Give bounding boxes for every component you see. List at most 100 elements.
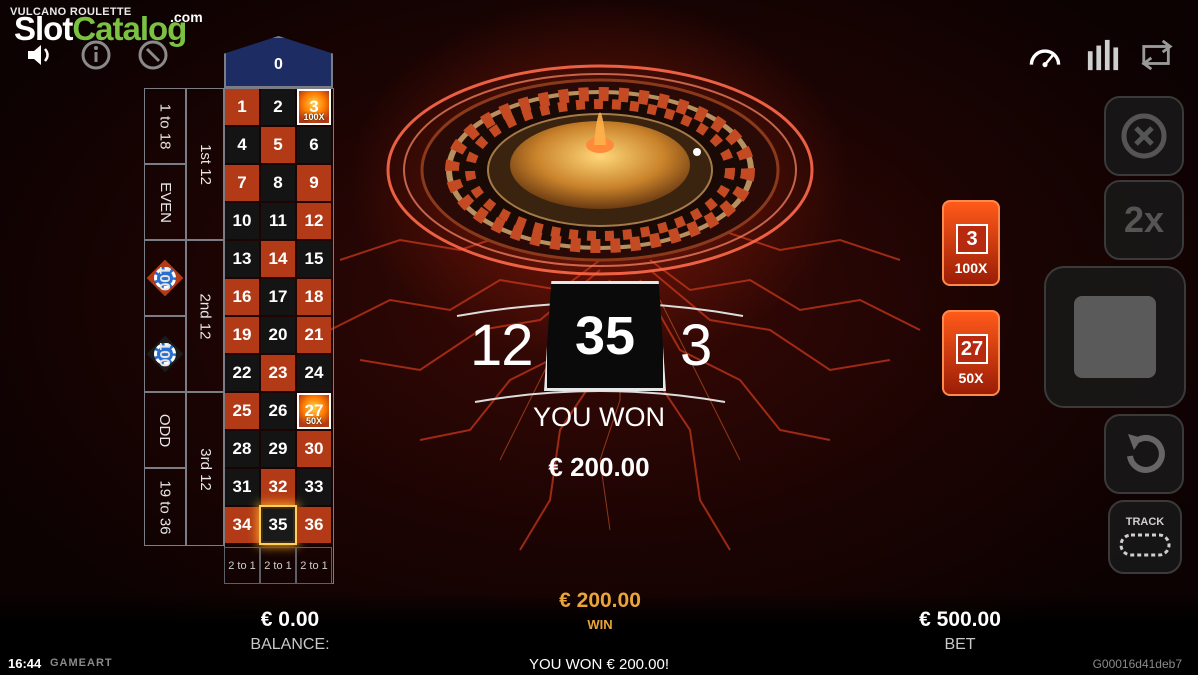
number-label: 23: [268, 363, 288, 382]
number-label: 22: [232, 363, 252, 382]
bet-red[interactable]: 100: [144, 240, 186, 316]
bet-value: € 500.00: [919, 608, 1001, 631]
bet-1-to-18-label: 1 to 18: [156, 103, 174, 149]
bet-number-21[interactable]: 21: [297, 317, 331, 353]
bet-1-to-18[interactable]: 1 to 18: [144, 88, 186, 164]
previous-number: 12: [470, 313, 534, 378]
bet-number-2[interactable]: 2: [261, 89, 295, 125]
bet-number-23[interactable]: 23: [261, 355, 295, 391]
bet-number-10[interactable]: 10: [225, 203, 259, 239]
number-label: 15: [304, 249, 324, 268]
bet-number-3[interactable]: 3 100X: [297, 89, 331, 125]
bet-number-9[interactable]: 9: [297, 165, 331, 201]
bet-number-11[interactable]: 11: [261, 203, 295, 239]
settings-icon[interactable]: [136, 38, 170, 72]
bet-number-36[interactable]: 36: [297, 507, 331, 543]
double-bet-label: 2x: [1123, 199, 1165, 240]
bet-number-17[interactable]: 17: [261, 279, 295, 315]
bet-number-19[interactable]: 19: [225, 317, 259, 353]
number-label: 17: [268, 287, 288, 306]
turbo-gauge-icon[interactable]: [1028, 40, 1062, 74]
multiplier-card-value: 50X: [958, 370, 984, 386]
bet-zero[interactable]: 0: [224, 36, 333, 88]
bet-label: BET: [944, 636, 976, 653]
bet-number-18[interactable]: 18: [297, 279, 331, 315]
number-label: 16: [232, 287, 252, 306]
number-label: 7: [237, 173, 247, 192]
clear-bets-button[interactable]: [1104, 96, 1184, 176]
bet-chip: 100: [154, 265, 176, 291]
number-label: 10: [232, 211, 252, 230]
dozen-bet-1[interactable]: 1st 12: [186, 88, 224, 240]
number-label: 21: [304, 325, 324, 344]
bet-number-7[interactable]: 7: [225, 165, 259, 201]
dozen-2-label: 2nd 12: [196, 293, 214, 339]
bet-number-5[interactable]: 5: [261, 127, 295, 163]
track-button[interactable]: TRACK: [1108, 500, 1182, 574]
info-icon[interactable]: [79, 38, 113, 72]
bet-even[interactable]: EVEN: [144, 164, 186, 240]
bet-number-8[interactable]: 8: [261, 165, 295, 201]
bet-number-20[interactable]: 20: [261, 317, 295, 353]
number-label: 13: [232, 249, 252, 268]
round-id: G00016d41deb7: [1092, 657, 1182, 671]
number-label: 19: [232, 325, 252, 344]
dozen-bet-2[interactable]: 2nd 12: [186, 240, 224, 392]
number-label: 24: [304, 363, 324, 382]
number-label: 4: [237, 135, 247, 154]
bet-number-12[interactable]: 12: [297, 203, 331, 239]
game-stage: VULCANO ROULETTE SlotCatalog .com 0 1231…: [0, 0, 1198, 675]
bet-number-35[interactable]: 35: [261, 507, 295, 543]
win-message: YOU WON € 200.00!: [528, 656, 670, 673]
chip-value: 100: [156, 265, 174, 291]
winning-number: 35: [574, 306, 636, 366]
bet-number-24[interactable]: 24: [297, 355, 331, 391]
bet-number-6[interactable]: 6: [297, 127, 331, 163]
bet-number-34[interactable]: 34: [225, 507, 259, 543]
bet-number-13[interactable]: 13: [225, 241, 259, 277]
number-label: 34: [232, 515, 252, 534]
multiplier-card-number: 27: [956, 334, 988, 364]
column-bet-1[interactable]: 2 to 1: [224, 547, 260, 584]
bet-number-1[interactable]: 1: [225, 89, 259, 125]
double-bet-button[interactable]: 2x: [1104, 180, 1184, 260]
logo-com-text: .com: [170, 9, 203, 25]
you-won-label: YOU WON: [533, 402, 665, 432]
bet-black[interactable]: 100: [144, 316, 186, 392]
bet-number-15[interactable]: 15: [297, 241, 331, 277]
column-bet-3[interactable]: 2 to 1: [296, 547, 332, 584]
bet-number-22[interactable]: 22: [225, 355, 259, 391]
bonus-multiplier-tag: 100X: [303, 112, 325, 122]
undo-button[interactable]: [1104, 414, 1184, 494]
multiplier-card-number: 3: [956, 224, 988, 254]
undo-icon: [1127, 434, 1165, 473]
number-label: 11: [269, 211, 287, 230]
bet-number-14[interactable]: 14: [261, 241, 295, 277]
spin-icon: [1074, 296, 1156, 378]
number-label: 12: [304, 211, 324, 230]
repeat-icon[interactable]: [1140, 38, 1174, 72]
bet-chip: 100: [154, 341, 176, 367]
multiplier-card-value: 100X: [954, 260, 988, 276]
number-label: 2: [273, 97, 283, 116]
column-bet-2[interactable]: 2 to 1: [260, 547, 296, 584]
statistics-icon[interactable]: [1086, 38, 1120, 72]
speaker-icon[interactable]: [22, 38, 56, 72]
spin-button[interactable]: [1044, 266, 1186, 408]
bet-number-4[interactable]: 4: [225, 127, 259, 163]
number-label: 8: [273, 173, 283, 192]
number-label: 5: [273, 135, 283, 154]
multiplier-card-2: 27 50X: [942, 310, 1000, 396]
winning-number-display: 35: [544, 281, 666, 391]
number-label: 6: [309, 135, 319, 154]
number-label: 14: [268, 249, 288, 268]
win-value: € 200.00: [559, 589, 641, 612]
multiplier-card-1: 3 100X: [942, 200, 1000, 286]
zero-label: 0: [274, 56, 283, 73]
roulette-wheel: [380, 60, 820, 280]
number-label: 35: [268, 515, 288, 534]
number-label: 20: [268, 325, 288, 344]
number-label: 36: [304, 515, 324, 534]
balance-label: BALANCE:: [250, 636, 330, 653]
bet-number-16[interactable]: 16: [225, 279, 259, 315]
